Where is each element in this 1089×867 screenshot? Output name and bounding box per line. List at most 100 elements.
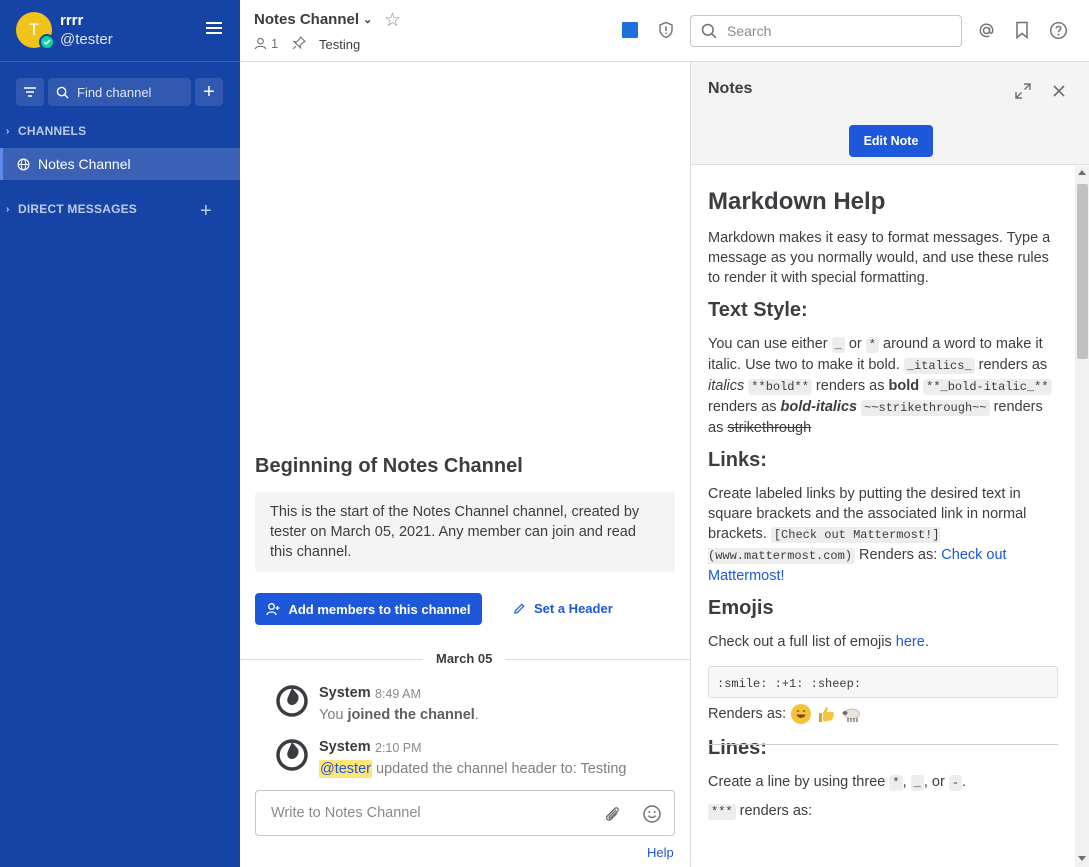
pencil-icon [514, 603, 525, 614]
direct-messages-section-header[interactable]: › DIRECT MESSAGES [6, 202, 137, 216]
post-text: updated the channel header to: Testing [371, 761, 627, 777]
emoji-render-row: Renders as: [708, 704, 1058, 724]
paperclip-icon[interactable] [602, 804, 622, 824]
search-input[interactable] [727, 23, 947, 39]
dm-header-label: DIRECT MESSAGES [18, 202, 138, 216]
username[interactable]: @tester [60, 31, 113, 48]
inline-code: _ [831, 337, 845, 353]
set-header-label: Set a Header [534, 601, 613, 616]
sidebar-item-notes-channel[interactable]: Notes Channel [0, 148, 240, 180]
text: or [844, 336, 866, 352]
notes-panel-title: Notes [708, 80, 753, 97]
notes-panel-header: Notes Edit Note [691, 62, 1089, 165]
notes-content: Markdown Help Markdown makes it easy to … [691, 166, 1075, 867]
heading-emojis: Emojis [708, 597, 774, 619]
chevron-right-icon: › [6, 203, 10, 215]
text: renders as: [735, 803, 813, 819]
paragraph-lines: Create a line by using three *, _, or -. [708, 772, 1058, 793]
italic-text: italics [708, 378, 745, 394]
online-status-icon [39, 34, 55, 50]
set-header-button[interactable]: Set a Header [513, 601, 613, 616]
scrollbar-thumb[interactable] [1077, 184, 1088, 359]
post-author[interactable]: System [319, 685, 371, 701]
system-avatar-icon [276, 685, 308, 717]
chevron-down-icon: ⌄ [363, 14, 373, 26]
chevron-right-icon: › [6, 125, 10, 137]
emoji-picker-icon[interactable] [642, 804, 662, 824]
add-members-label: Add members to this channel [288, 601, 471, 617]
notes-scrollbar[interactable] [1075, 166, 1089, 867]
add-direct-message-button[interactable]: + [200, 200, 212, 223]
text: Create a line by using three [708, 774, 890, 790]
hamburger-menu-icon[interactable] [206, 22, 224, 38]
saved-bookmark-icon[interactable] [1012, 20, 1032, 40]
help-icon[interactable] [1048, 20, 1068, 40]
member-count: 1 [271, 36, 279, 51]
member-count-button[interactable]: 1 [254, 36, 278, 51]
find-channel-button[interactable]: Find channel [48, 78, 191, 106]
filter-icon[interactable] [16, 78, 44, 106]
thumbs-up-emoji-icon [816, 704, 836, 724]
add-channel-button[interactable]: + [195, 78, 223, 106]
heading-markdown-help: Markdown Help [708, 188, 886, 215]
notes-panel: Notes Edit Note Markdown Help Markdown m… [690, 62, 1089, 867]
post-author[interactable]: System [319, 739, 371, 755]
favorite-star-icon[interactable]: ☆ [384, 9, 401, 32]
help-link[interactable]: Help [647, 845, 674, 860]
sidebar: T rrrr @tester Find channel + › CHANNELS… [0, 0, 240, 867]
search-box[interactable] [690, 15, 962, 47]
add-members-button[interactable]: Add members to this channel [255, 593, 482, 625]
message-input[interactable] [271, 805, 591, 821]
notes-icon[interactable] [622, 22, 638, 38]
channels-section-header[interactable]: › CHANNELS [6, 124, 86, 138]
post-time[interactable]: 8:49 AM [375, 687, 421, 701]
text: You can use either [708, 336, 832, 352]
sidebar-header: T rrrr @tester [0, 0, 240, 62]
post-text-bold: joined the channel [347, 707, 475, 723]
code-block: :smile: :+1: :sheep: [708, 666, 1058, 698]
text: renders as [811, 378, 889, 394]
text: , [902, 774, 911, 790]
inline-code: _italics_ [903, 358, 975, 374]
channel-header-text: Testing [319, 37, 361, 52]
shield-icon[interactable] [657, 21, 675, 39]
avatar-initial: T [28, 20, 40, 39]
text: Renders as: [855, 547, 942, 563]
edit-note-button[interactable]: Edit Note [849, 125, 933, 157]
message-composer[interactable] [255, 790, 675, 836]
bold-text: bold [888, 378, 920, 394]
mentions-icon[interactable] [976, 20, 996, 40]
post-text: . [474, 707, 479, 723]
scroll-up-arrow-icon[interactable] [1078, 170, 1086, 175]
bold-italic-text: bold-italics [780, 399, 858, 415]
heading-lines: Lines: [708, 737, 767, 759]
text: renders as [708, 399, 781, 415]
sheep-emoji-icon [841, 704, 861, 724]
pin-icon[interactable] [292, 36, 306, 50]
heading-text-style: Text Style: [708, 299, 808, 321]
inline-code: * [889, 775, 903, 791]
post-time[interactable]: 2:10 PM [375, 741, 422, 755]
paragraph-text-style: You can use either _ or * around a word … [708, 334, 1058, 438]
user-mention[interactable]: @tester [319, 760, 372, 778]
inline-code: _ [910, 775, 924, 791]
team-name[interactable]: rrrr [60, 12, 83, 29]
channel-header: Notes Channel ⌄ ☆ 1 Testing [240, 0, 1089, 62]
search-icon [56, 86, 69, 99]
emoji-list-link[interactable]: here [896, 634, 925, 650]
smile-emoji-icon [791, 704, 812, 724]
channel-title-button[interactable]: Notes Channel ⌄ [254, 11, 372, 28]
paragraph-markdown: Markdown makes it easy to format message… [708, 230, 1051, 286]
scroll-down-arrow-icon[interactable] [1078, 856, 1086, 861]
inline-code: * [865, 337, 879, 353]
text: . [924, 634, 929, 650]
expand-icon[interactable] [1014, 82, 1032, 100]
inline-code: **_bold-italic_** [923, 379, 1052, 395]
post-message: @tester updated the channel header to: T… [319, 760, 627, 778]
text: Check out a full list of emojis [708, 634, 896, 650]
text: Renders as: [708, 706, 787, 722]
search-icon [701, 23, 717, 39]
strikethrough-text: strikethrough [727, 420, 812, 436]
close-icon[interactable] [1050, 82, 1068, 100]
inline-code: **bold** [748, 379, 812, 395]
